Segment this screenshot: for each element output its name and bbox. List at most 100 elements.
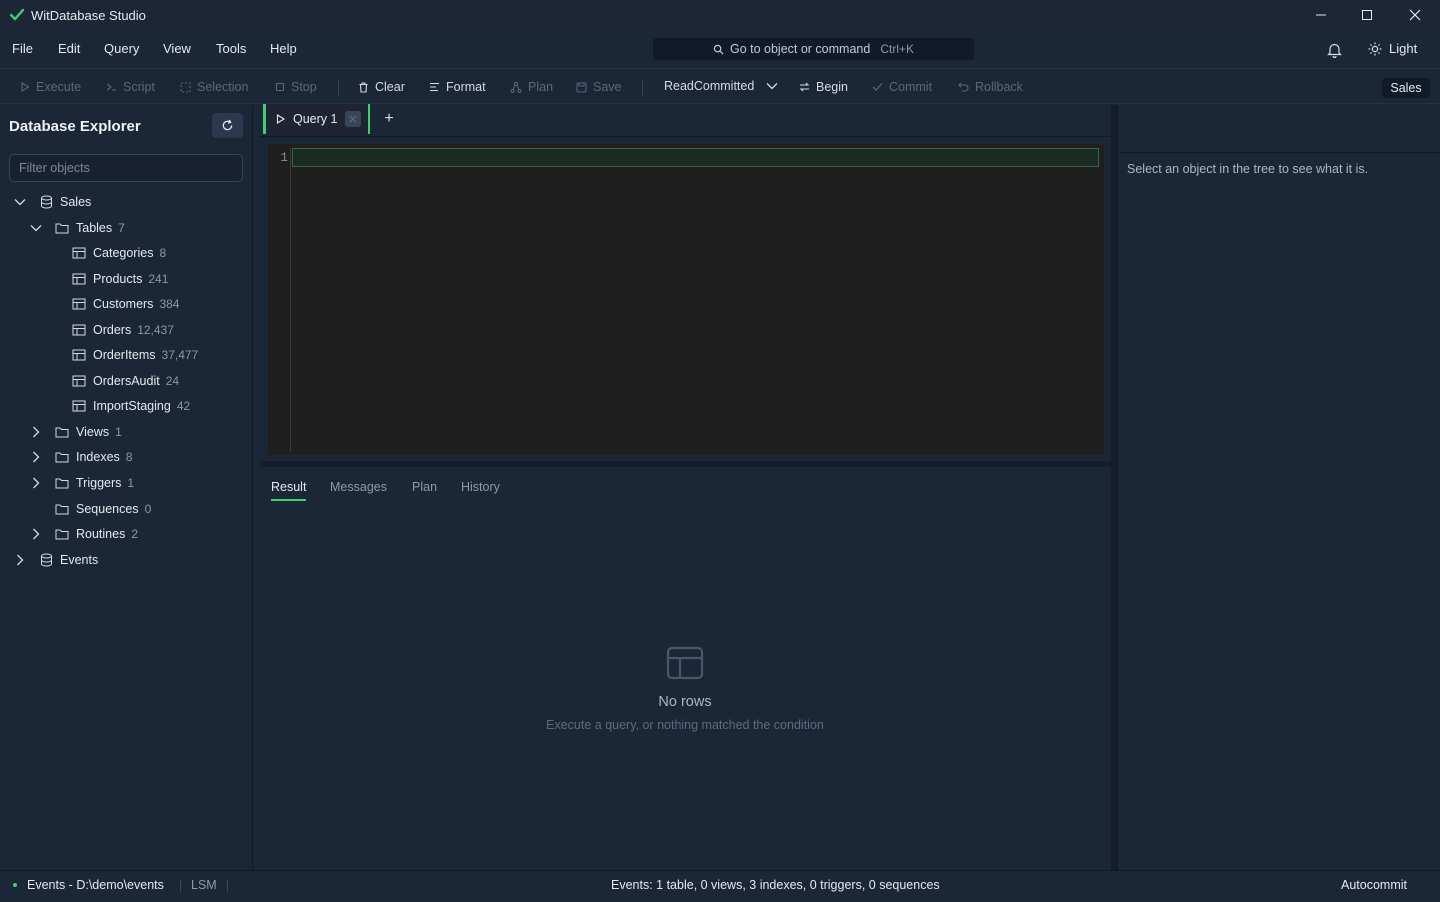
begin-label: Begin xyxy=(816,80,848,94)
tree-table-importstaging[interactable]: ImportStaging 42 xyxy=(71,396,190,416)
command-search[interactable]: Go to object or command Ctrl+K xyxy=(653,38,974,60)
window-title: WitDatabase Studio xyxy=(31,8,146,23)
folder-icon xyxy=(54,501,70,517)
tree-count: 12,437 xyxy=(137,323,174,337)
tree-table-products[interactable]: Products 241 xyxy=(71,269,168,289)
tree-label: ImportStaging xyxy=(93,399,171,413)
menu-file[interactable]: File xyxy=(12,41,33,56)
tree-folder-triggers[interactable]: Triggers 1 xyxy=(28,473,134,493)
isolation-level-select[interactable]: ReadCommitted xyxy=(664,79,778,93)
tree-label: Views xyxy=(76,425,110,439)
sql-editor[interactable] xyxy=(268,144,1104,455)
chevron-right-icon[interactable] xyxy=(28,424,44,440)
tree-label: Triggers xyxy=(76,476,122,490)
tree-folder-sequences[interactable]: Sequences 0 xyxy=(28,499,151,519)
tree-label: Products xyxy=(93,272,143,286)
tree-label: Tables xyxy=(76,221,113,235)
tree-label: OrdersAudit xyxy=(93,374,160,388)
tree-db-events[interactable]: Events xyxy=(12,550,98,570)
tree-folder-tables[interactable]: Tables 7 xyxy=(28,218,125,238)
menu-tools[interactable]: Tools xyxy=(216,41,246,56)
tab-label: Query 1 xyxy=(293,112,338,126)
tree-label: Categories xyxy=(93,246,154,260)
status-transaction-mode[interactable]: Autocommit xyxy=(1341,878,1407,892)
refresh-button[interactable] xyxy=(212,113,243,138)
tab-result[interactable]: Result xyxy=(271,480,306,494)
line-number: 1 xyxy=(280,150,288,165)
stop-button[interactable]: Stop xyxy=(275,80,317,94)
chevron-down-icon[interactable] xyxy=(28,220,44,236)
clear-button[interactable]: Clear xyxy=(358,80,405,94)
execute-label: Execute xyxy=(36,80,82,94)
chevron-right-icon[interactable] xyxy=(28,526,44,542)
selection-icon xyxy=(180,81,191,93)
rollback-button[interactable]: Rollback xyxy=(958,80,1023,94)
tree-count: 241 xyxy=(148,272,169,286)
filter-objects-input[interactable] xyxy=(9,154,243,182)
connection-status-dot xyxy=(13,883,17,887)
toolbar-divider xyxy=(642,79,643,95)
tree-table-orderitems[interactable]: OrderItems 37,477 xyxy=(71,345,198,365)
empty-state-subtitle: Execute a query, or nothing matched the … xyxy=(546,718,824,732)
minimize-button[interactable] xyxy=(1298,0,1344,30)
chevron-right-icon[interactable] xyxy=(28,475,44,491)
close-window-button[interactable] xyxy=(1392,0,1438,30)
toolbar-divider xyxy=(338,79,339,95)
plan-tree-icon xyxy=(510,81,522,93)
script-icon xyxy=(106,82,117,92)
save-label: Save xyxy=(593,80,622,94)
new-tab-button[interactable]: + xyxy=(381,110,397,128)
tree-count: 384 xyxy=(159,297,180,311)
tab-messages[interactable]: Messages xyxy=(330,480,387,494)
bell-icon[interactable] xyxy=(1327,42,1342,58)
menu-view[interactable]: View xyxy=(163,41,191,56)
script-label: Script xyxy=(123,80,155,94)
selection-label: Selection xyxy=(197,80,249,94)
format-button[interactable]: Format xyxy=(429,80,486,94)
tree-folder-views[interactable]: Views 1 xyxy=(28,422,122,442)
tab-query-1[interactable]: Query 1 xyxy=(263,104,370,134)
tree-label: Routines xyxy=(76,527,126,541)
plan-button[interactable]: Plan xyxy=(510,80,553,94)
commit-button[interactable]: Commit xyxy=(872,80,932,94)
script-button[interactable]: Script xyxy=(106,80,155,94)
tree-table-ordersaudit[interactable]: OrdersAudit 24 xyxy=(71,371,179,391)
menu-query[interactable]: Query xyxy=(104,41,139,56)
tree-db-sales[interactable]: Sales xyxy=(12,192,91,212)
chevron-right-icon[interactable] xyxy=(28,449,44,465)
command-search-placeholder: Go to object or command xyxy=(729,42,871,56)
tab-history[interactable]: History xyxy=(461,480,500,494)
tree-table-categories[interactable]: Categories 8 xyxy=(71,243,166,263)
theme-toggle-button[interactable]: Light xyxy=(1368,41,1417,56)
tab-plan[interactable]: Plan xyxy=(412,480,437,494)
menu-help[interactable]: Help xyxy=(270,41,297,56)
tree-folder-routines[interactable]: Routines 2 xyxy=(28,524,138,544)
tree-table-customers[interactable]: Customers 384 xyxy=(71,294,179,314)
chevron-down-icon[interactable] xyxy=(12,194,28,210)
chevron-right-icon[interactable] xyxy=(12,552,28,568)
tree-table-orders[interactable]: Orders 12,437 xyxy=(71,320,174,340)
current-database-badge[interactable]: Sales xyxy=(1382,78,1430,98)
table-icon xyxy=(71,271,87,287)
close-tab-button[interactable] xyxy=(345,111,362,127)
table-icon xyxy=(71,398,87,414)
maximize-button[interactable] xyxy=(1344,0,1390,30)
begin-transaction-button[interactable]: Begin xyxy=(799,80,848,94)
save-button[interactable]: Save xyxy=(576,80,622,94)
empty-table-icon xyxy=(666,646,704,680)
status-divider xyxy=(180,880,181,892)
current-line-highlight[interactable] xyxy=(292,148,1099,167)
selection-button[interactable]: Selection xyxy=(180,80,248,94)
status-summary: Events: 1 table, 0 views, 3 indexes, 0 t… xyxy=(611,878,940,892)
refresh-icon xyxy=(221,119,234,132)
tree-count: 24 xyxy=(165,374,180,388)
tree-label: Indexes xyxy=(76,450,120,464)
tree-folder-indexes[interactable]: Indexes 8 xyxy=(28,447,132,467)
menu-edit[interactable]: Edit xyxy=(58,41,80,56)
tree-count: 37,477 xyxy=(161,348,199,362)
folder-icon xyxy=(54,220,70,236)
play-icon xyxy=(20,82,30,92)
tree-count: 8 xyxy=(125,450,133,464)
execute-button[interactable]: Execute xyxy=(20,80,81,94)
table-icon xyxy=(71,347,87,363)
